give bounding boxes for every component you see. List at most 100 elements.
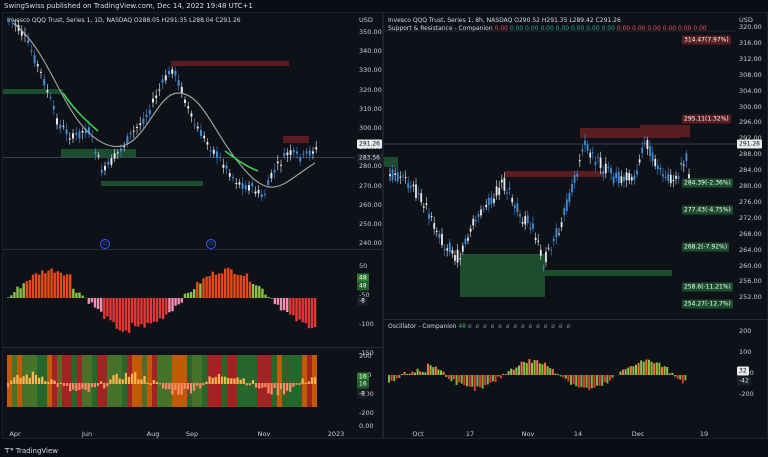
resistance-zone [171, 61, 289, 66]
heatmap-bar [242, 378, 245, 384]
oscillator-bar [567, 375, 570, 382]
heatmap-bar [16, 374, 19, 384]
oscillator-bar [59, 272, 63, 298]
axis-tick: 260.00 [739, 261, 762, 270]
candle [312, 151, 314, 154]
left-price-axis[interactable]: USD 350.00 340.00 330.00 320.00 310.00 300.00… [357, 13, 382, 430]
candle [602, 171, 605, 174]
candle [27, 39, 30, 43]
candle [524, 216, 527, 225]
right-time-axis[interactable]: Oct 17 Nov 14 Dec 19 [384, 430, 736, 438]
heatmap-bar [193, 383, 196, 391]
axis-tick: 330.00 [359, 66, 382, 75]
candle [289, 150, 292, 155]
oscillator-bar [217, 273, 221, 298]
axis-tick: -200 [359, 409, 374, 417]
heatmap-bar [31, 371, 34, 384]
heatmap-cell [172, 355, 177, 407]
candle [190, 113, 193, 117]
time-label: Nov [521, 430, 535, 438]
oscillator-bar [445, 375, 448, 377]
candle [625, 172, 628, 181]
candle [174, 70, 177, 76]
tradingview-footer[interactable]: ⊤⁰ TradingView [4, 447, 58, 455]
resistance-zone [504, 171, 604, 177]
oscillator-bar [186, 292, 190, 298]
heatmap-cell [72, 355, 77, 407]
moving-average-line [12, 22, 316, 188]
candle [396, 172, 399, 182]
dividend-marker-2[interactable]: D [206, 239, 216, 249]
oscillator-bar [255, 285, 258, 298]
candle [521, 221, 524, 224]
candle [315, 147, 318, 150]
heatmap-cell [92, 355, 97, 407]
time-label: 2023 [327, 430, 345, 438]
heatmap-bar [217, 374, 220, 384]
oscillator-bar [109, 298, 112, 321]
heatmap-cell [97, 355, 102, 407]
candle [675, 175, 677, 179]
heatmap-bar [258, 383, 261, 389]
time-label: 19 [699, 430, 709, 438]
candle [219, 157, 222, 159]
oscillator-bar [585, 375, 588, 388]
last-price-tag: 291.26 [357, 139, 382, 149]
oscillator-bar [301, 298, 304, 323]
candle [257, 190, 260, 194]
candle [422, 206, 425, 208]
right-price-axis[interactable]: USD 320.00 316.00 312.00 308.00 304.00 300.00… [737, 13, 767, 423]
left-time-axis[interactable]: Apr Jun Aug Sep Nov 2023 [3, 430, 355, 438]
candle [589, 152, 592, 158]
oscillator-bar [458, 375, 461, 383]
oscillator-bar [536, 360, 539, 375]
heatmap-bar [65, 383, 69, 386]
axis-tick: 288.00 [739, 150, 762, 159]
oscillator-bar [307, 298, 311, 329]
right-chart-panel[interactable]: Invesco QQQ Trust, Series 1, 8h, NASDAQ … [383, 12, 768, 439]
oscillator-bar [196, 282, 199, 298]
left-price-chart[interactable] [3, 13, 355, 423]
oscillator-bar [520, 361, 523, 375]
candle [100, 169, 103, 173]
candle [75, 133, 78, 135]
oscillator-bar [134, 298, 137, 327]
support-level-3: 268.2(-7.92%) [682, 242, 730, 252]
dividend-marker-1[interactable]: D [100, 239, 110, 249]
candle [248, 185, 250, 191]
candle [467, 237, 469, 241]
oscillator-bar [41, 270, 44, 298]
candle [52, 105, 55, 110]
oscillator-bar [533, 360, 536, 375]
ma-price-tag: 283.56 [357, 153, 382, 163]
axis-tick: 200 [359, 352, 372, 360]
left-chart-panel[interactable]: Invesco QQQ Trust, Series 1, 1D, NASDAQ … [2, 12, 383, 439]
oscillator-bar [492, 375, 494, 382]
axis-tick: 304.00 [739, 86, 762, 95]
heatmap-bar [13, 377, 16, 384]
oscillator-bar [481, 375, 484, 389]
candle [132, 130, 135, 132]
candle [591, 152, 594, 154]
candle [30, 50, 33, 52]
candle [498, 187, 501, 195]
candle [638, 159, 641, 163]
oscillator-bar [497, 375, 500, 377]
candle [171, 69, 174, 74]
heatmap-cell [87, 355, 92, 407]
candle [302, 153, 305, 155]
oscillator-bar [406, 373, 409, 375]
heatmap-bar [273, 383, 276, 389]
heatmap-bar [124, 372, 127, 384]
axis-tick: 50 [359, 262, 368, 270]
heatmap-bar [177, 383, 180, 395]
candle [550, 249, 553, 251]
oscillator-bar [115, 298, 118, 329]
candle [104, 165, 106, 171]
right-price-chart[interactable] [384, 13, 736, 423]
oscillator-bar [124, 298, 128, 331]
heatmap-bar [44, 381, 47, 384]
heatmap-bar [174, 383, 177, 390]
oscillator-bar [282, 298, 286, 311]
heatmap-cell [262, 355, 267, 407]
